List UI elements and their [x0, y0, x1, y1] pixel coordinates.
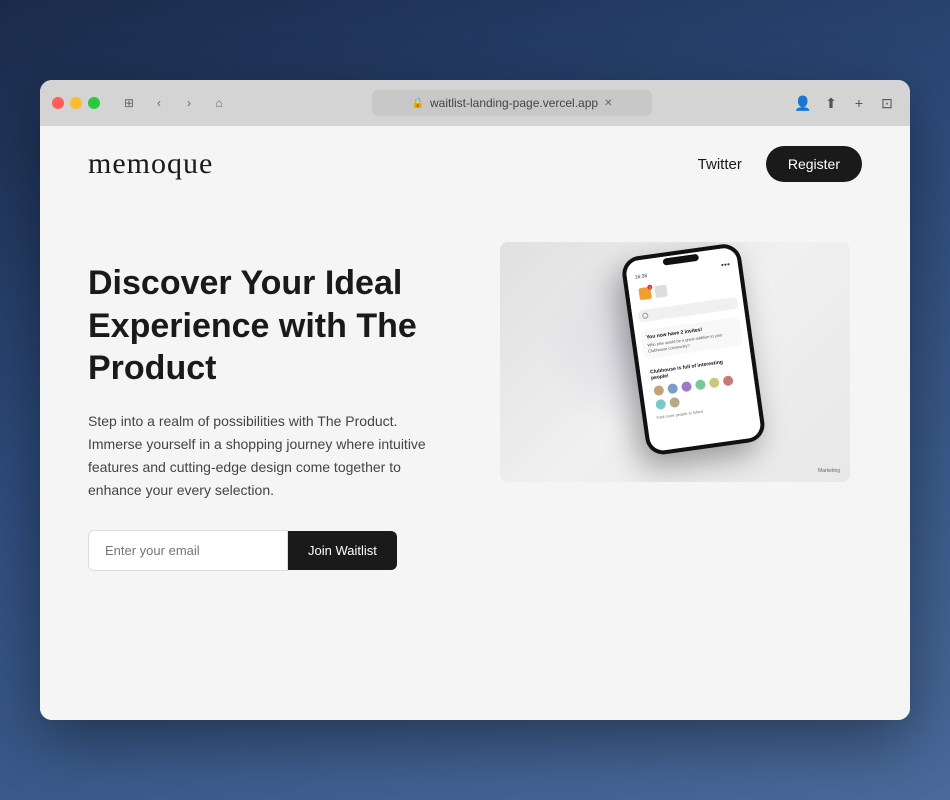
- phone-image-container: 16:38 ●●● 3: [500, 242, 850, 482]
- share-icon[interactable]: ⬆: [820, 92, 842, 114]
- lock-icon: 🔒: [412, 98, 424, 109]
- email-input[interactable]: [88, 530, 288, 571]
- hero-left: Discover Your Ideal Experience with The …: [88, 242, 428, 571]
- join-waitlist-button[interactable]: Join Waitlist: [288, 531, 397, 570]
- twitter-link[interactable]: Twitter: [698, 156, 742, 173]
- traffic-light-maximize[interactable]: [88, 97, 100, 109]
- phone-mockup: 16:38 ●●● 3: [500, 242, 850, 482]
- browser-window: ⊞ ‹ › ⌂ 🔒 waitlist-landing-page.vercel.a…: [40, 80, 910, 720]
- phone-screen: 16:38 ●●● 3: [625, 246, 763, 452]
- forward-icon[interactable]: ›: [176, 93, 202, 113]
- nav-right: Twitter Register: [698, 146, 862, 182]
- avatar-2: [666, 382, 680, 396]
- browser-controls: ⊞ ‹ › ⌂: [116, 93, 232, 113]
- refresh-icon: ✕: [604, 98, 612, 109]
- back-icon[interactable]: ‹: [146, 93, 172, 113]
- phone-signal: ●●●: [721, 261, 731, 268]
- address-bar[interactable]: 🔒 waitlist-landing-page.vercel.app ✕: [372, 90, 652, 116]
- avatar-3: [680, 380, 694, 394]
- hero-title-line2-prefix: Experience with: [88, 307, 356, 345]
- browser-right-controls: 👤 ⬆ + ⊡: [792, 92, 898, 114]
- new-tab-icon[interactable]: +: [848, 92, 870, 114]
- avatar-6: [721, 374, 735, 388]
- home-icon[interactable]: ⌂: [206, 93, 232, 113]
- email-form: Join Waitlist: [88, 530, 428, 571]
- avatar-7: [654, 398, 668, 412]
- address-bar-container: 🔒 waitlist-landing-page.vercel.app ✕: [240, 90, 784, 116]
- browser-toolbar: ⊞ ‹ › ⌂ 🔒 waitlist-landing-page.vercel.a…: [40, 80, 910, 126]
- register-button[interactable]: Register: [766, 146, 862, 182]
- marketing-label: Marketing: [818, 468, 840, 474]
- hero-title: Discover Your Ideal Experience with The …: [88, 262, 428, 390]
- people-section: Clubhouse is full of interesting people!: [645, 352, 752, 424]
- hero-description: Step into a realm of possibilities with …: [88, 410, 428, 502]
- avatar-8: [668, 396, 682, 410]
- notification-card: You now have 2 invites! Who else would b…: [640, 317, 743, 360]
- hero-right: 16:38 ●●● 3: [488, 242, 862, 482]
- avatar-5: [708, 376, 722, 390]
- url-text: waitlist-landing-page.vercel.app: [430, 96, 598, 110]
- traffic-lights: [52, 97, 100, 109]
- avatar-4: [694, 378, 708, 392]
- phone-screen-content: 16:38 ●●● 3: [625, 246, 763, 452]
- traffic-light-minimize[interactable]: [70, 97, 82, 109]
- website-inner: memoque Twitter Register Discover Your I…: [40, 126, 910, 720]
- profile-icon[interactable]: 👤: [792, 92, 814, 114]
- navigation: memoque Twitter Register: [40, 126, 910, 202]
- hero-title-line1: Discover Your Ideal: [88, 264, 402, 302]
- website-content: memoque Twitter Register Discover Your I…: [40, 126, 910, 720]
- logo: memoque: [88, 147, 213, 181]
- tab-switcher-icon[interactable]: ⊞: [116, 93, 142, 113]
- traffic-light-close[interactable]: [52, 97, 64, 109]
- hero-section: Discover Your Ideal Experience with The …: [40, 202, 910, 720]
- avatar-1: [652, 384, 666, 398]
- search-icon: [642, 312, 649, 319]
- more-tabs-icon[interactable]: ⊡: [876, 92, 898, 114]
- phone-time: 16:38: [634, 273, 647, 281]
